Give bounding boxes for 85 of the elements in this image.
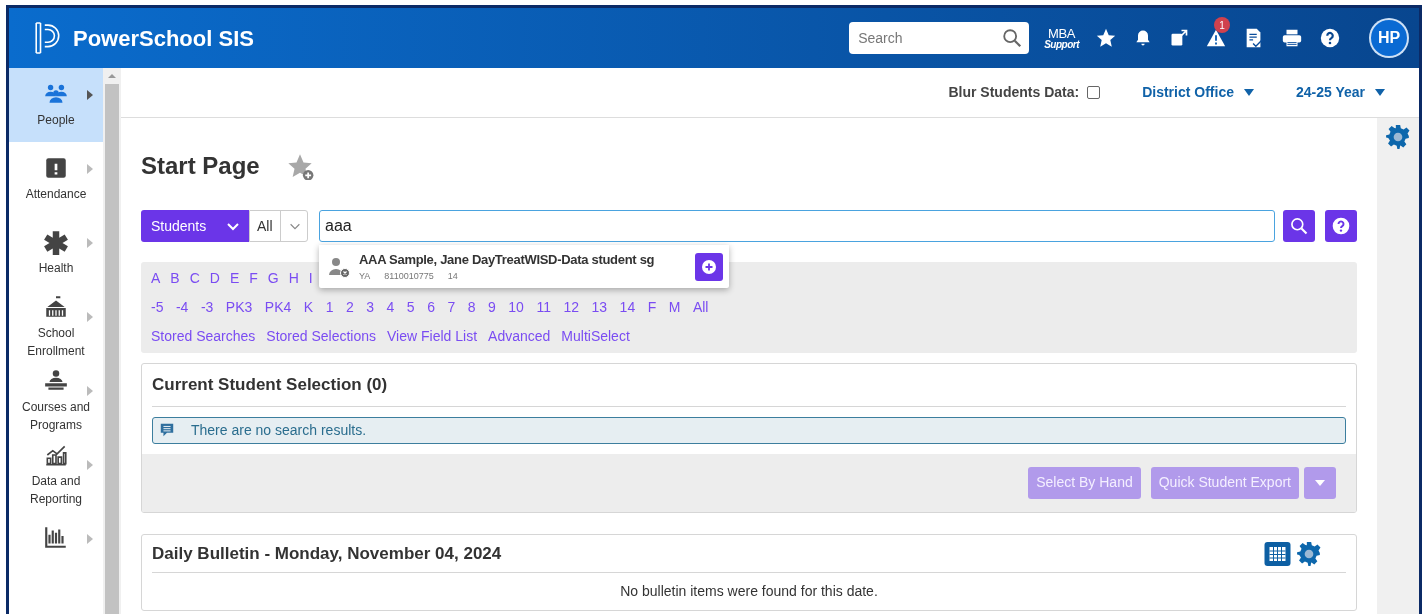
search-suggestion[interactable]: AAA Sample, Jane DayTreatWISD-Data student sg YA 8110010775 14 (319, 245, 729, 288)
sidebar-item[interactable]: People (9, 68, 103, 142)
grade-link[interactable]: 7 (447, 297, 456, 318)
grade-link[interactable]: 4 (386, 297, 395, 318)
sidebar-icon (43, 524, 69, 550)
letter-link[interactable]: F (249, 268, 258, 289)
caret-icon (87, 238, 93, 248)
add-button[interactable] (695, 252, 723, 281)
grade-link[interactable]: 3 (366, 297, 375, 318)
empty-message: No bulletin items were found for this date. (619, 581, 879, 601)
help-button[interactable] (1325, 210, 1357, 242)
search-link[interactable]: MultiSelect (561, 326, 630, 347)
grade-link[interactable]: -4 (175, 297, 189, 318)
search-icon (1001, 27, 1024, 49)
settings-icon[interactable] (1385, 124, 1411, 150)
search-link[interactable]: Stored Searches (151, 326, 256, 347)
letter-link[interactable]: E (229, 268, 240, 289)
help-icon[interactable] (1319, 27, 1341, 49)
help-icon (1331, 216, 1351, 236)
letter-link[interactable]: D (209, 268, 220, 289)
letter-link[interactable]: H (288, 268, 299, 289)
app-logo[interactable]: PowerSchool SIS (33, 20, 254, 56)
grade-link[interactable]: 6 (427, 297, 435, 318)
letter-link[interactable]: B (170, 268, 180, 289)
caret-icon (87, 312, 93, 322)
grade-link[interactable]: 12 (563, 297, 579, 318)
grade-link[interactable]: 11 (536, 297, 551, 318)
sidebar-icon (43, 294, 69, 320)
product-name: PowerSchool SIS (73, 24, 254, 53)
letter-link[interactable]: I (308, 268, 313, 289)
settings-icon[interactable] (1296, 540, 1322, 567)
grade-link[interactable]: 13 (591, 297, 608, 318)
star-icon[interactable] (1095, 27, 1117, 49)
scope-dropdown[interactable]: All (249, 210, 308, 242)
grade-link[interactable]: 10 (508, 297, 524, 318)
caret-icon (87, 460, 93, 470)
page-title: Start Page (141, 151, 260, 181)
external-link-icon[interactable] (1169, 28, 1189, 48)
caret-icon (87, 534, 93, 544)
info-message: There are no search results. (152, 416, 1346, 444)
grade-link[interactable]: -5 (151, 297, 164, 318)
grade-link[interactable]: M (668, 297, 681, 318)
search-link[interactable]: Stored Selections (266, 326, 377, 347)
notification-badge: 1 (1214, 17, 1230, 33)
grade-link[interactable]: 2 (345, 297, 354, 318)
scrollbar[interactable] (103, 68, 121, 614)
caret-icon (87, 164, 93, 174)
blur-checkbox[interactable] (1087, 86, 1101, 99)
card-title: Daily Bulletin - Monday, November 04, 2024 (152, 542, 503, 565)
grade-link[interactable]: 8 (467, 297, 476, 318)
caret-icon (87, 90, 93, 100)
caret-icon (87, 386, 93, 396)
search-type-dropdown[interactable]: Students (141, 210, 249, 242)
user-avatar[interactable]: HP (1369, 18, 1409, 58)
support-link[interactable]: MBA Support (1044, 26, 1079, 50)
grade-link[interactable]: 14 (619, 297, 636, 318)
grade-link[interactable]: 1 (325, 297, 334, 318)
card-title: Current Student Selection (0) (152, 374, 389, 396)
search-link[interactable]: View Field List (387, 326, 478, 347)
grade-link[interactable]: 5 (406, 297, 415, 318)
comment-icon (159, 422, 175, 438)
search-link[interactable]: Advanced (488, 326, 551, 347)
grade-link[interactable]: -3 (200, 297, 214, 318)
grade-link[interactable]: K (303, 297, 314, 318)
search-icon (1289, 216, 1309, 236)
search-button[interactable] (1283, 210, 1315, 242)
sidebar-icon (43, 155, 69, 181)
letter-link[interactable]: C (189, 268, 200, 289)
search-field[interactable]: Search (849, 22, 1030, 54)
calendar-icon[interactable] (1264, 541, 1291, 566)
grade-link[interactable]: All (692, 297, 709, 318)
letter-link[interactable]: A (151, 268, 161, 289)
grade-link[interactable]: 9 (488, 297, 496, 318)
grade-link[interactable]: F (647, 297, 657, 318)
grade-link[interactable]: PK3 (225, 297, 253, 318)
add-icon (701, 258, 717, 275)
school-selector[interactable]: District Office (1142, 82, 1254, 103)
grade-link[interactable]: PK4 (264, 297, 292, 318)
student-search-field[interactable]: aaa (319, 210, 1275, 242)
sidebar-icon (43, 229, 69, 255)
printer-icon[interactable] (1281, 27, 1303, 49)
blur-label: Blur Students Data: (948, 83, 1080, 102)
letter-link[interactable]: G (267, 268, 279, 289)
caret-down-icon (1315, 479, 1325, 486)
term-selector[interactable]: 24-25 Year (1295, 82, 1385, 103)
